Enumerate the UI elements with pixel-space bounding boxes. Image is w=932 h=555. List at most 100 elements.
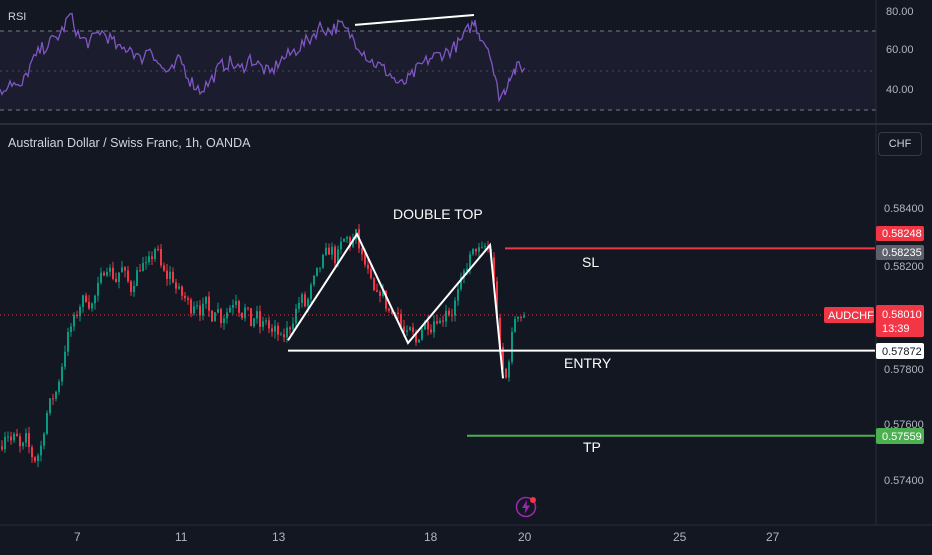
sl-label[interactable]: SL [582, 254, 599, 270]
candle [181, 286, 183, 296]
candle [340, 241, 342, 250]
candle [241, 312, 243, 319]
double-top-label[interactable]: DOUBLE TOP [393, 206, 483, 222]
candle [73, 314, 75, 327]
candle [223, 318, 225, 324]
candle [445, 310, 447, 322]
candle [40, 445, 42, 456]
candle [25, 433, 27, 443]
candle [361, 248, 363, 255]
candle [112, 267, 114, 279]
candle [238, 301, 240, 313]
candle [118, 272, 120, 282]
candle [301, 294, 303, 303]
sl-price-tag: 0.58248 [876, 226, 924, 241]
candle [163, 265, 165, 271]
candle [436, 321, 438, 324]
candle [49, 398, 51, 414]
candle [145, 262, 147, 264]
candle [187, 298, 189, 300]
candle [172, 271, 174, 283]
rsi-tick-80: 80.00 [886, 6, 914, 18]
candle [115, 278, 117, 282]
candle [214, 312, 216, 322]
price-tick: 0.57400 [884, 475, 924, 487]
candle [160, 249, 162, 266]
candle [13, 433, 15, 441]
candle [280, 334, 282, 336]
prev-price-tag: 0.58235 [876, 245, 924, 260]
rsi-tick-40: 40.00 [886, 84, 914, 96]
candle [142, 262, 144, 272]
candle [268, 320, 270, 329]
candle [277, 325, 279, 335]
entry-tag-value: 0.57872 [882, 346, 922, 358]
date-tick: 13 [272, 530, 286, 544]
entry-label[interactable]: ENTRY [564, 355, 612, 371]
currency-button[interactable]: CHF [878, 132, 922, 156]
candle [91, 303, 93, 309]
candle [235, 301, 237, 305]
candle [34, 457, 36, 461]
prev-tag-value: 0.58235 [882, 247, 922, 259]
price-chart-svg[interactable]: 80.00 60.00 40.00 DOUBLE TOP SL ENTRY TP… [0, 0, 932, 550]
candle [232, 304, 234, 308]
candle [328, 247, 330, 255]
candle [511, 331, 513, 362]
candle [199, 305, 201, 316]
symbol-tag: AUDCHF [824, 307, 874, 323]
candle [43, 433, 45, 446]
candle [244, 307, 246, 319]
candle [229, 307, 231, 313]
candle [88, 301, 90, 309]
candle [313, 275, 315, 285]
date-tick: 18 [424, 530, 438, 544]
candle [508, 361, 510, 378]
tp-label[interactable]: TP [583, 439, 601, 455]
candle [274, 325, 276, 332]
candle [94, 295, 96, 304]
candle [304, 294, 306, 307]
candle [175, 282, 177, 289]
candle [100, 272, 102, 283]
symbol-title[interactable]: Australian Dollar / Swiss Franc, 1h, OAN… [8, 136, 250, 150]
price-tick: 0.58200 [884, 261, 924, 273]
candle [124, 267, 126, 271]
rsi-indicator-label[interactable]: RSI [8, 11, 26, 23]
candle [55, 391, 57, 399]
candle [253, 318, 255, 327]
candle [271, 328, 273, 332]
candle [103, 272, 105, 276]
candle [151, 256, 153, 260]
candle [4, 436, 6, 450]
candle [226, 312, 228, 319]
candle [322, 254, 324, 268]
price-tick: 0.58400 [884, 203, 924, 215]
current-tag-countdown: 13:39 [882, 323, 910, 335]
candle [427, 321, 429, 330]
candle [82, 295, 84, 307]
candle [202, 303, 204, 316]
candle [157, 249, 159, 251]
candle [247, 307, 249, 309]
candle [178, 286, 180, 289]
candle [376, 290, 378, 292]
date-tick: 11 [175, 530, 188, 544]
candle [67, 332, 69, 352]
chart-container[interactable]: 80.00 60.00 40.00 DOUBLE TOP SL ENTRY TP… [0, 0, 932, 550]
candle [196, 305, 198, 307]
candle [325, 247, 327, 255]
date-axis[interactable]: 7 11 13 18 20 25 27 [74, 530, 780, 544]
candle [166, 270, 168, 279]
candle [295, 308, 297, 324]
lightning-bolt-icon[interactable] [515, 496, 537, 518]
candle [19, 436, 21, 447]
candle [46, 413, 48, 434]
candle [139, 270, 141, 272]
candle [418, 339, 420, 343]
candle [121, 267, 123, 273]
candle [484, 245, 486, 248]
candle [7, 436, 9, 438]
candle [379, 291, 381, 296]
candle [406, 330, 408, 332]
